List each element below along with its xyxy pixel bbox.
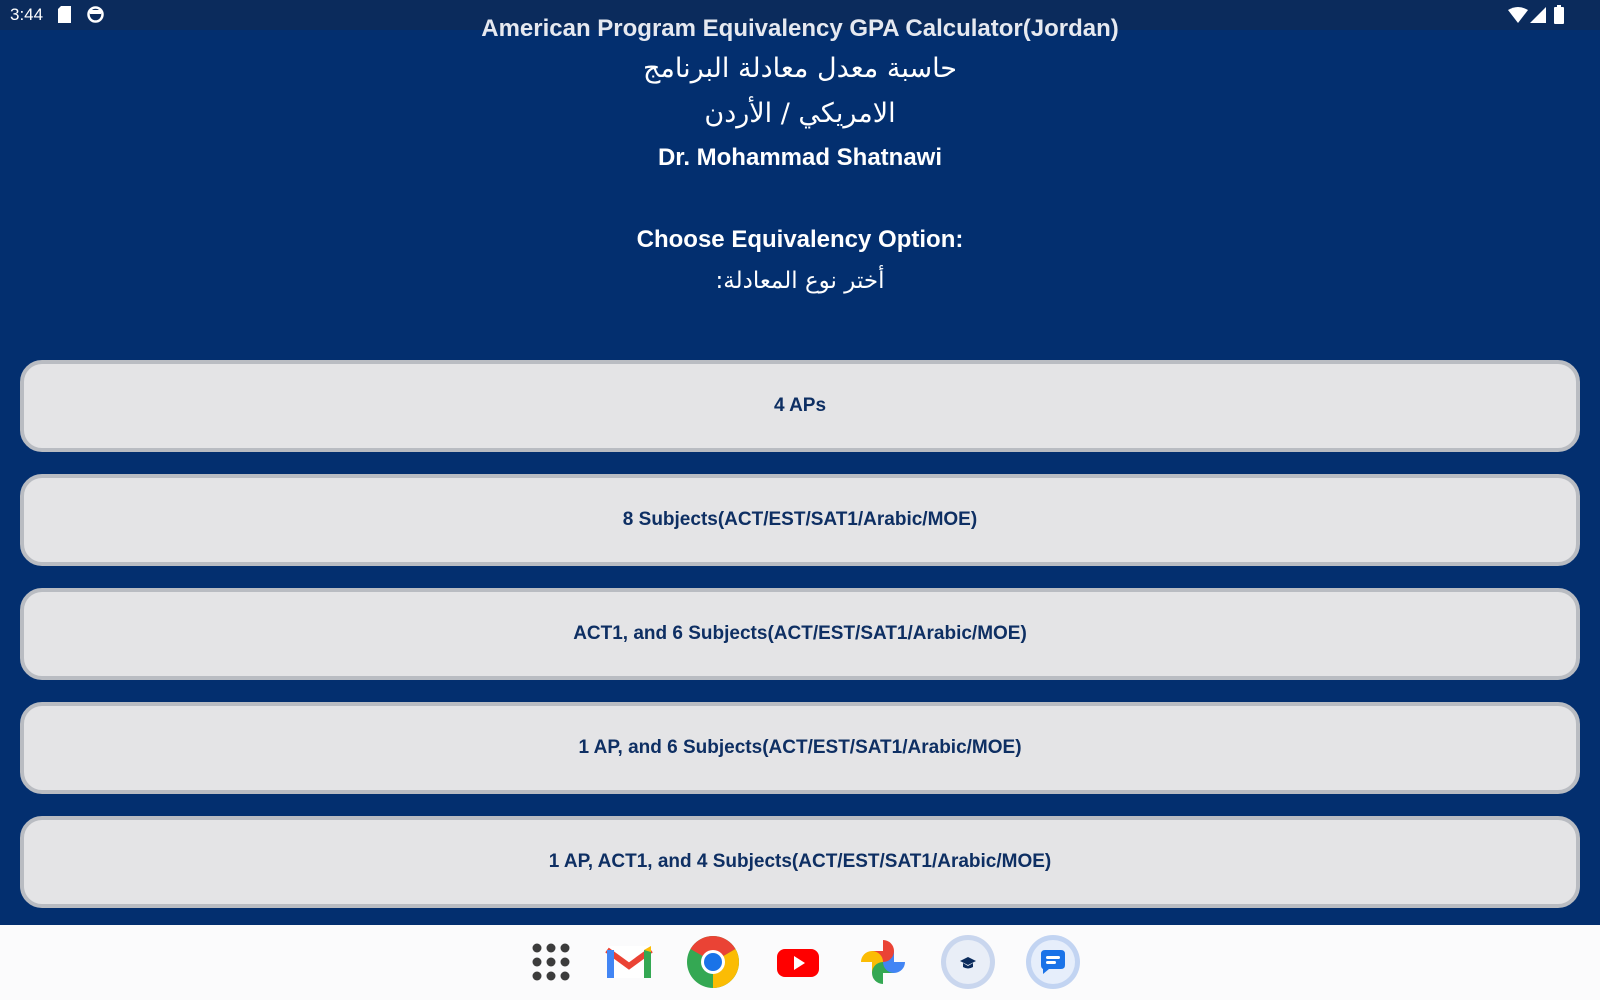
- option-1ap-6-subjects-button[interactable]: 1 AP, and 6 Subjects(ACT/EST/SAT1/Arabic…: [20, 702, 1580, 794]
- app-title: American Program Equivalency GPA Calcula…: [481, 15, 1119, 42]
- header: American Program Equivalency GPA Calcula…: [0, 12, 1600, 302]
- gpa-calculator-icon[interactable]: [940, 934, 996, 990]
- equivalency-options: 4 APs 8 Subjects(ACT/EST/SAT1/Arabic/MOE…: [20, 360, 1580, 930]
- taskbar: [0, 925, 1600, 1000]
- option-8-subjects-button[interactable]: 8 Subjects(ACT/EST/SAT1/Arabic/MOE): [20, 474, 1580, 566]
- option-4-aps-button[interactable]: 4 APs: [20, 360, 1580, 452]
- choose-option-prompt-arabic: أختر نوع المعادلة:: [715, 268, 885, 294]
- gmail-icon[interactable]: [601, 934, 657, 990]
- app-title-arabic-line1: حاسبة معدل معادلة البرنامج: [642, 53, 958, 84]
- messages-icon[interactable]: [1025, 934, 1081, 990]
- app-drawer-icon[interactable]: [523, 934, 579, 990]
- author-name: Dr. Mohammad Shatnawi: [657, 144, 943, 171]
- option-1ap-act1-4-subjects-button[interactable]: 1 AP, ACT1, and 4 Subjects(ACT/EST/SAT1/…: [20, 816, 1580, 908]
- chrome-icon[interactable]: [685, 934, 741, 990]
- choose-option-prompt: Choose Equivalency Option:: [636, 226, 964, 253]
- app-title-arabic-line2: الامريكي / الأردن: [704, 98, 896, 129]
- youtube-icon[interactable]: [770, 934, 826, 990]
- photos-icon[interactable]: [855, 934, 911, 990]
- option-act1-6-subjects-button[interactable]: ACT1, and 6 Subjects(ACT/EST/SAT1/Arabic…: [20, 588, 1580, 680]
